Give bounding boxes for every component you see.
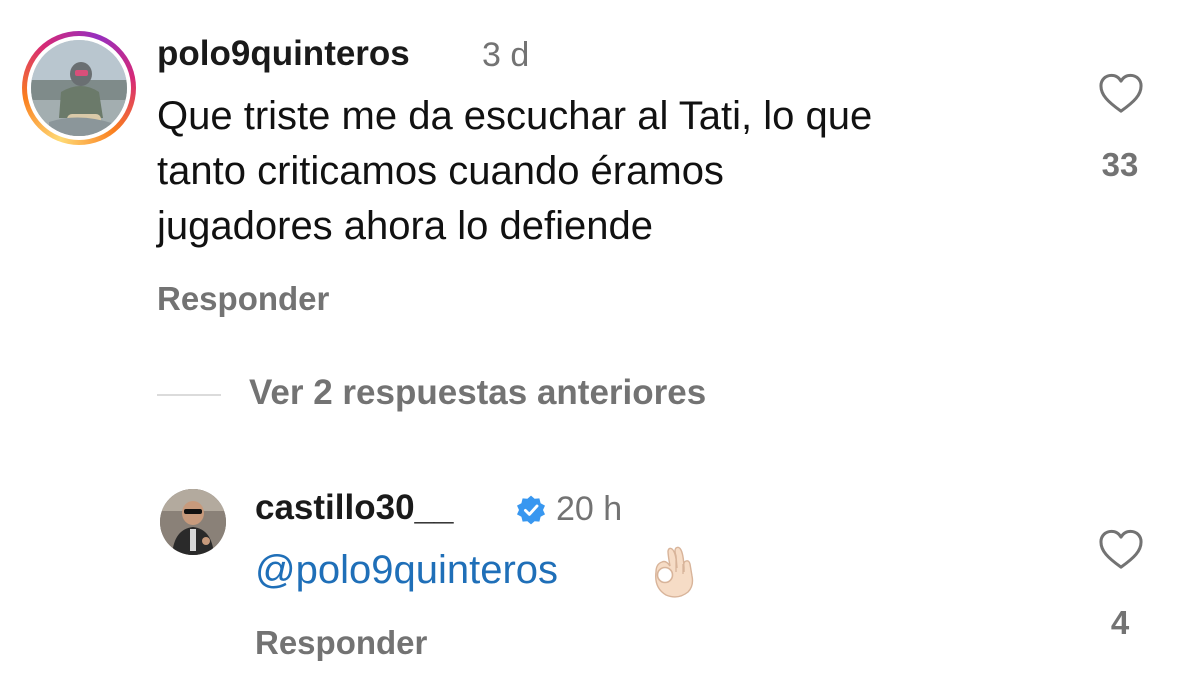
comment-timestamp: 3 d (482, 36, 530, 74)
verified-badge-icon (515, 494, 547, 531)
ok-hand-emoji (646, 542, 698, 605)
comment-text-line: Que triste me da escuchar al Tati, lo qu… (157, 94, 873, 138)
like-count: 4 (1110, 604, 1130, 641)
reply-button[interactable]: Responder (255, 624, 427, 662)
comment-text: Que triste me da escuchar al Tati, lo qu… (157, 89, 1057, 254)
mention-link[interactable]: @polo9quinteros (255, 548, 558, 593)
heart-outline-icon[interactable] (1098, 72, 1144, 119)
comment-username[interactable]: castillo30__ (255, 488, 453, 528)
replies-divider (157, 394, 221, 396)
heart-outline-icon[interactable] (1098, 528, 1144, 575)
avatar[interactable] (160, 489, 226, 555)
avatar[interactable] (31, 40, 127, 136)
reply-button[interactable]: Responder (157, 280, 329, 318)
avatar-photo (160, 489, 226, 555)
view-replies-button[interactable]: Ver 2 respuestas anteriores (249, 373, 706, 413)
comment-text-line: tanto criticamos cuando éramos (157, 149, 724, 193)
like-count: 33 (1101, 146, 1139, 183)
avatar-photo (31, 40, 127, 136)
story-ring-inner (27, 36, 131, 140)
story-ring[interactable] (22, 31, 136, 145)
comment-text-line: jugadores ahora lo defiende (157, 204, 653, 248)
comment-username[interactable]: polo9quinteros (157, 34, 410, 74)
comment-timestamp: 20 h (556, 490, 623, 528)
